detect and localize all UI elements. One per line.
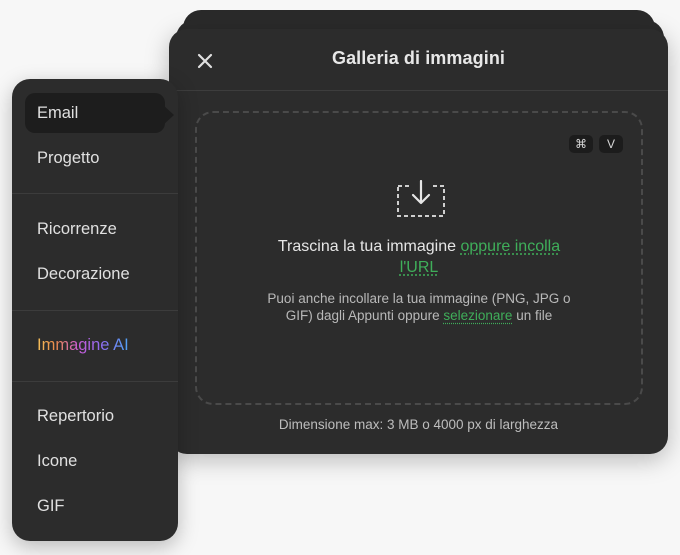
- menu-item-progetto[interactable]: Progetto: [25, 138, 165, 178]
- menu-divider: [12, 381, 178, 382]
- menu-item-immagine-ai[interactable]: Immagine AI: [25, 325, 165, 365]
- modal-title: Galleria di immagini: [331, 48, 506, 68]
- menu-item-decorazione[interactable]: Decorazione: [25, 254, 165, 294]
- drop-main-text: Trascina la tua immagine: [277, 238, 457, 255]
- modal-header: Galleria di immagini: [169, 29, 668, 91]
- command-key: ⌘: [569, 135, 593, 153]
- menu-divider: [12, 193, 178, 194]
- drop-instructions: Trascina la tua immagine oppure incolla …: [197, 236, 641, 278]
- paste-instructions: Puoi anche incollare la tua immagine (PN…: [197, 290, 641, 324]
- side-menu: Email Progetto Ricorrenze Decorazione Im…: [12, 79, 178, 541]
- paste-shortcut-hint: ⌘ V: [569, 135, 623, 153]
- menu-item-icone[interactable]: Icone: [25, 441, 165, 481]
- image-gallery-modal: Galleria di immagini ⌘ V Trascina la tua…: [169, 29, 668, 454]
- v-key: V: [599, 135, 623, 153]
- menu-item-repertorio[interactable]: Repertorio: [25, 396, 165, 436]
- select-file-link[interactable]: selezionare: [443, 308, 512, 323]
- menu-divider: [12, 310, 178, 311]
- active-pointer: [162, 104, 174, 126]
- menu-item-email[interactable]: Email: [25, 93, 165, 133]
- size-limit-note: Dimensione max: 3 MB o 4000 px di larghe…: [278, 417, 559, 432]
- menu-item-ricorrenze[interactable]: Ricorrenze: [25, 209, 165, 249]
- immagine-ai-label: Immagine AI: [37, 336, 129, 354]
- menu-item-gif[interactable]: GIF: [25, 486, 165, 526]
- drop-sub-tail: un file: [516, 308, 553, 323]
- image-dropzone[interactable]: ⌘ V Trascina la tua immagine oppure inco…: [195, 111, 643, 405]
- download-tray-icon: [397, 180, 445, 217]
